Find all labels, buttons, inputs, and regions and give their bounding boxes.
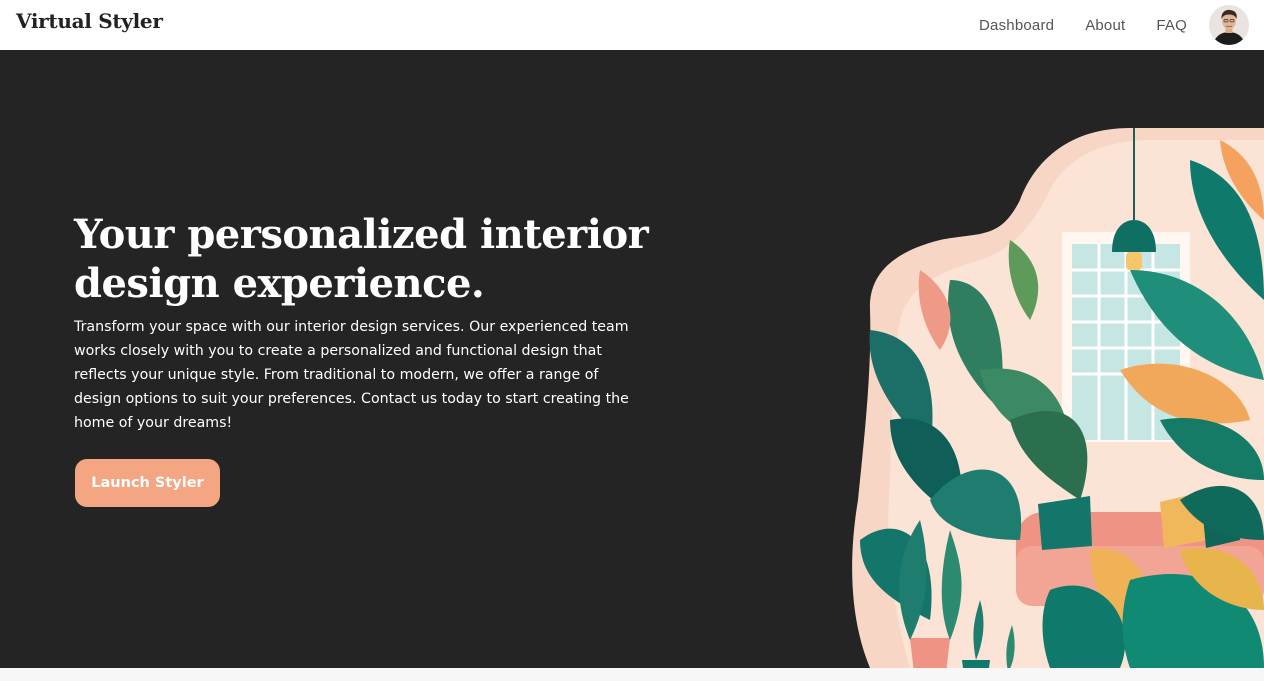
launch-styler-button[interactable]: Launch Styler bbox=[75, 459, 220, 507]
lamp-bulb bbox=[1126, 252, 1142, 270]
nav-link-faq[interactable]: FAQ bbox=[1156, 17, 1187, 34]
interior-plants-illustration bbox=[852, 128, 1264, 668]
top-navbar: Virtual Styler Dashboard About FAQ bbox=[0, 0, 1264, 50]
page-bottom-strip bbox=[0, 668, 1264, 681]
nav-link-dashboard[interactable]: Dashboard bbox=[979, 17, 1054, 34]
main-nav: Dashboard About FAQ bbox=[979, 0, 1264, 50]
user-avatar-icon[interactable] bbox=[1209, 5, 1249, 45]
sofa-cushion-teal bbox=[1038, 496, 1092, 550]
hero-description: Transform your space with our interior d… bbox=[74, 319, 629, 431]
hero-section: Your personalized interior design experi… bbox=[0, 50, 1264, 668]
avatar-portrait bbox=[1209, 5, 1249, 45]
hero-title: Your personalized interior design experi… bbox=[74, 211, 649, 307]
brand-logo[interactable]: Virtual Styler bbox=[16, 9, 163, 33]
nav-link-about[interactable]: About bbox=[1085, 17, 1125, 34]
